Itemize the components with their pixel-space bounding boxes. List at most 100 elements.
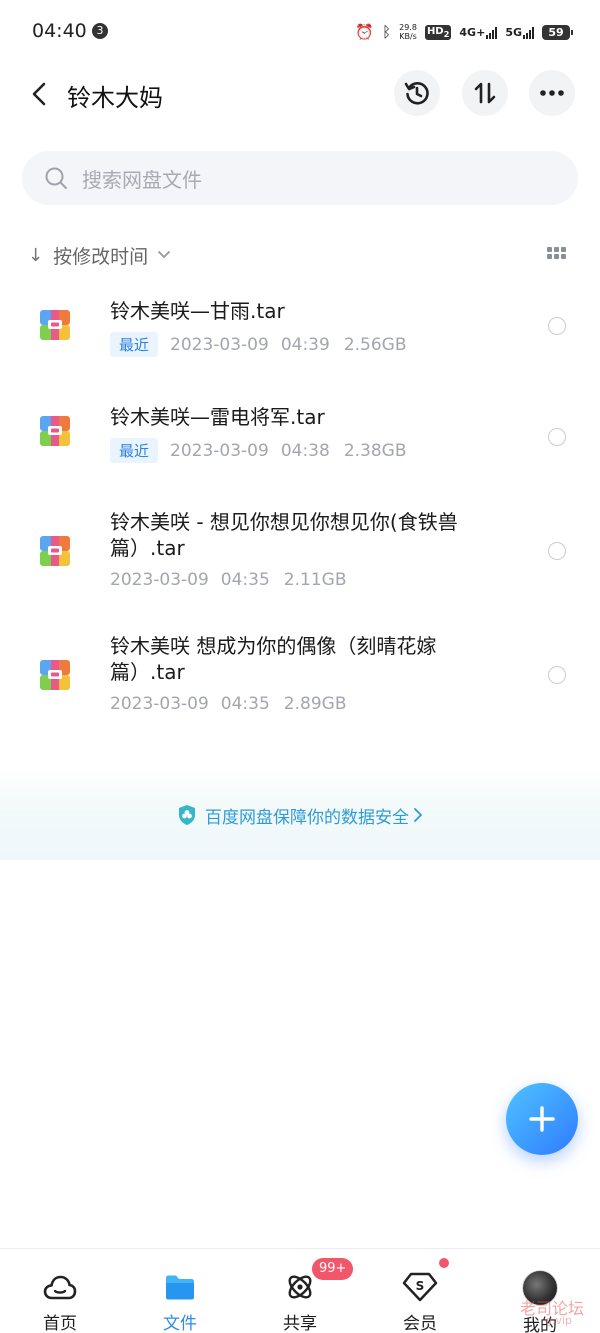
sort-direction-icon: ↓ xyxy=(28,244,44,266)
archive-file-icon xyxy=(40,310,70,340)
file-list: 铃木美咲—甘雨.tar 最近 2023-03-09 04:39 2.56GB 铃… xyxy=(0,280,600,740)
more-button[interactable] xyxy=(529,70,575,116)
select-checkbox[interactable] xyxy=(548,542,566,560)
signal-bars-icon xyxy=(523,26,534,39)
shield-icon xyxy=(179,805,195,825)
archive-file-icon xyxy=(40,416,70,446)
file-size: 2.11GB xyxy=(283,570,347,590)
back-button[interactable] xyxy=(22,74,56,114)
chevron-right-icon xyxy=(414,808,422,822)
search-input[interactable]: 搜索网盘文件 xyxy=(22,151,578,205)
header: 铃木大妈 xyxy=(0,66,600,122)
select-checkbox[interactable] xyxy=(548,317,566,335)
grid-view-icon[interactable] xyxy=(547,247,567,261)
file-name-line: 篇）.tar xyxy=(110,536,185,560)
file-meta: 2023-03-09 04:35 2.11GB xyxy=(110,570,346,590)
recent-badge: 最近 xyxy=(110,438,159,463)
file-name-line: 篇）.tar xyxy=(110,660,185,684)
file-meta: 最近 2023-03-09 04:38 2.38GB xyxy=(110,438,407,463)
file-name-line: 铃木美咲 想成为你的偶像（刻晴花嫁 xyxy=(110,634,437,658)
nav-label: 文件 xyxy=(163,1314,197,1333)
select-checkbox[interactable] xyxy=(548,666,566,684)
file-time: 04:39 xyxy=(280,334,330,355)
file-size: 2.89GB xyxy=(283,694,347,714)
signal-4g: 4G+ xyxy=(459,25,498,39)
nav-label: 首页 xyxy=(43,1314,77,1333)
file-size: 2.56GB xyxy=(343,334,407,355)
network-4g-label: 4G+ xyxy=(459,25,486,39)
file-name: 铃木美咲 想成为你的偶像（刻晴花嫁 篇）.tar xyxy=(110,633,510,685)
cloud-icon xyxy=(42,1271,78,1303)
nav-item-me[interactable]: 我的 xyxy=(480,1249,600,1333)
network-speed: 29.8 KB/s xyxy=(399,23,417,41)
list-item[interactable]: 铃木美咲—甘雨.tar 最近 2023-03-09 04:39 2.56GB xyxy=(0,280,600,386)
file-name: 铃木美咲 - 想见你想见你想见你(食铁兽 篇）.tar xyxy=(110,509,510,561)
transfer-button[interactable] xyxy=(462,70,508,116)
file-name-line: 铃木美咲 - 想见你想见你想见你(食铁兽 xyxy=(110,510,458,534)
file-meta: 2023-03-09 04:35 2.89GB xyxy=(110,694,346,714)
archive-file-icon xyxy=(40,660,70,690)
security-banner[interactable]: 百度网盘保障你的数据安全 xyxy=(0,770,600,860)
search-icon xyxy=(45,167,67,189)
file-name-line: 铃木美咲—雷电将军.tar xyxy=(110,405,325,429)
bottom-nav: 首页 文件 共享 S 会员 我的 xyxy=(0,1248,600,1333)
list-item[interactable]: 铃木美咲 想成为你的偶像（刻晴花嫁 篇）.tar 2023-03-09 04:3… xyxy=(0,616,600,740)
plus-icon xyxy=(529,1106,555,1132)
share-count-badge: 99+ xyxy=(312,1258,354,1280)
file-name-line: 铃木美咲—甘雨.tar xyxy=(110,299,285,323)
file-date: 2023-03-09 xyxy=(110,570,209,590)
bluetooth-icon: ᛒ xyxy=(382,23,392,41)
file-date: 2023-03-09 xyxy=(170,440,269,461)
history-button[interactable] xyxy=(394,70,440,116)
file-date: 2023-03-09 xyxy=(110,694,209,714)
sort-arrows-icon xyxy=(474,82,496,104)
vip-notification-dot xyxy=(439,1258,449,1268)
alarm-icon: ⏰ xyxy=(355,23,375,41)
file-date: 2023-03-09 xyxy=(170,334,269,355)
vip-dollar-icon: S xyxy=(402,1271,438,1303)
nav-item-home[interactable]: 首页 xyxy=(0,1249,120,1333)
recent-badge: 最近 xyxy=(110,332,159,357)
chevron-left-icon xyxy=(32,82,46,106)
nav-label: 会员 xyxy=(403,1314,437,1333)
watermark-sub: g.vip xyxy=(545,1314,573,1327)
network-5g-label: 5G xyxy=(505,25,522,39)
more-dots-icon xyxy=(540,90,564,96)
notification-count-badge: 3 xyxy=(92,23,108,39)
hd-voice-icon: HD2 xyxy=(424,24,452,40)
status-time: 04:40 xyxy=(32,20,87,42)
share-orbit-icon xyxy=(282,1271,318,1303)
list-item[interactable]: 铃木美咲 - 想见你想见你想见你(食铁兽 篇）.tar 2023-03-09 0… xyxy=(0,492,600,616)
file-size: 2.38GB xyxy=(343,440,407,461)
file-time: 04:38 xyxy=(280,440,330,461)
nav-item-files[interactable]: 文件 xyxy=(120,1249,240,1333)
folder-icon xyxy=(162,1271,198,1303)
file-time: 04:35 xyxy=(220,694,270,714)
page-title: 铃木大妈 xyxy=(67,84,163,112)
sort-row: ↓ 按修改时间 xyxy=(28,240,573,270)
list-item[interactable]: 铃木美咲—雷电将军.tar 最近 2023-03-09 04:38 2.38GB xyxy=(0,386,600,492)
add-button[interactable] xyxy=(506,1083,578,1155)
select-checkbox[interactable] xyxy=(548,428,566,446)
status-indicators: ⏰ ᛒ 29.8 KB/s HD2 4G+ 5G 59 xyxy=(355,20,573,44)
signal-bars-icon xyxy=(486,26,498,39)
status-bar: 04:40 3 ⏰ ᛒ 29.8 KB/s HD2 4G+ 5G 59 xyxy=(0,0,600,64)
search-placeholder: 搜索网盘文件 xyxy=(82,167,202,192)
file-name: 铃木美咲—雷电将军.tar xyxy=(110,404,510,430)
signal-5g: 5G xyxy=(505,26,534,39)
hd-sub: 2 xyxy=(443,28,450,39)
network-speed-unit: KB/s xyxy=(399,32,417,41)
archive-file-icon xyxy=(40,536,70,566)
nav-label: 共享 xyxy=(283,1314,317,1333)
hd-label: HD xyxy=(426,25,444,37)
network-speed-value: 29.8 xyxy=(399,23,417,32)
sort-dropdown[interactable]: 按修改时间 xyxy=(53,242,148,269)
svg-text:S: S xyxy=(416,1279,425,1293)
file-name: 铃木美咲—甘雨.tar xyxy=(110,298,510,324)
file-time: 04:35 xyxy=(220,570,270,590)
nav-item-vip[interactable]: S 会员 xyxy=(360,1249,480,1333)
history-icon xyxy=(404,82,429,105)
security-banner-text: 百度网盘保障你的数据安全 xyxy=(205,807,409,828)
chevron-down-icon[interactable] xyxy=(158,251,171,259)
file-meta: 最近 2023-03-09 04:39 2.56GB xyxy=(110,332,407,357)
